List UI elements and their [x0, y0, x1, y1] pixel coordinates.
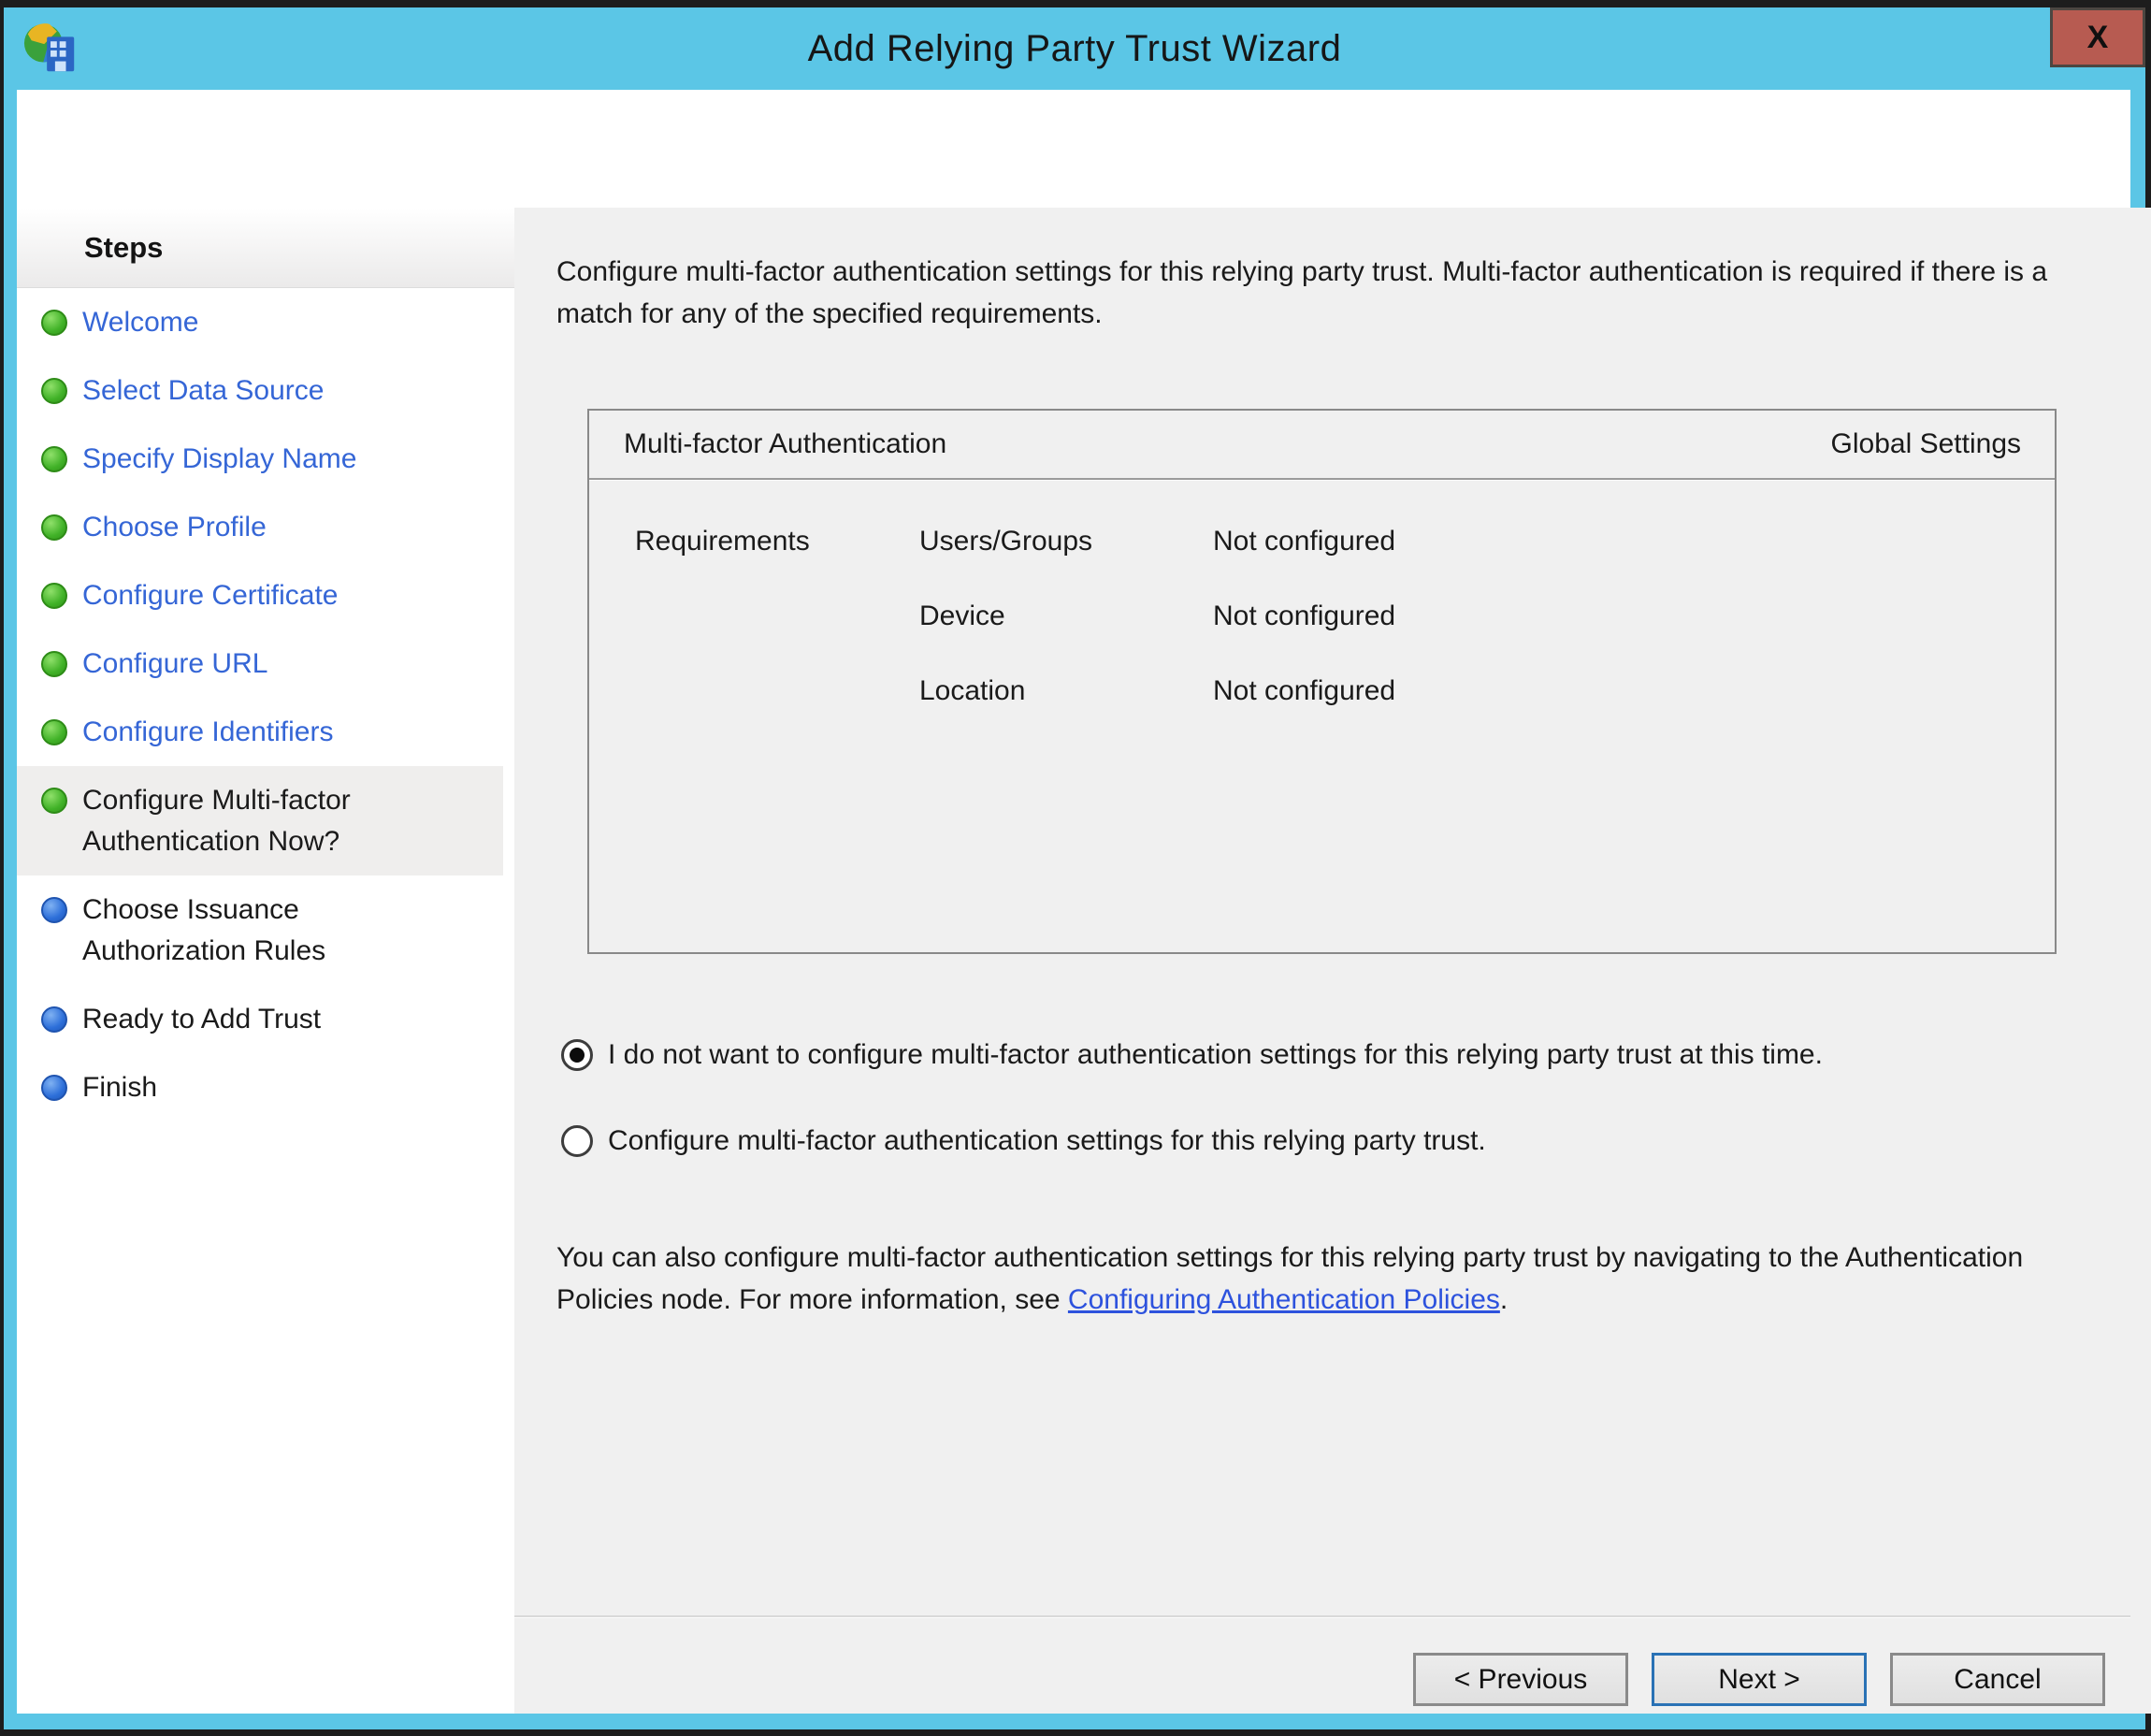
mfa-panel-header: Multi-factor Authentication Global Setti… [589, 411, 2055, 480]
requirements-label: Requirements [635, 523, 919, 560]
mfa-requirements-table: Requirements Users/Groups Not configured… [589, 480, 2055, 710]
step-label: Finish [82, 1067, 157, 1108]
requirement-name: Users/Groups [919, 523, 1213, 560]
step-completed-icon [41, 378, 67, 404]
radio-do-not-configure-mfa[interactable]: I do not want to configure multi-factor … [561, 1039, 2118, 1071]
mfa-choice-radio-group: I do not want to configure multi-factor … [561, 1039, 2118, 1157]
radio-selected-icon[interactable] [561, 1039, 593, 1071]
step-label: Configure Identifiers [82, 712, 333, 753]
global-settings-label: Global Settings [1831, 428, 2021, 460]
steps-list: Welcome Select Data Source Specify Displ… [17, 288, 514, 1121]
step-completed-icon [41, 719, 67, 745]
step-label: Specify Display Name [82, 439, 356, 480]
step-completed-icon [41, 651, 67, 677]
sidebar-item-configure-identifiers[interactable]: Configure Identifiers [17, 698, 503, 766]
step-completed-icon [41, 310, 67, 336]
previous-button[interactable]: < Previous [1413, 1653, 1628, 1706]
step-label: Choose Issuance Authorization Rules [82, 890, 428, 972]
step-completed-icon [41, 446, 67, 472]
requirements-label-spacer [635, 673, 919, 710]
step-label: Choose Profile [82, 507, 267, 548]
requirement-value: Not configured [1213, 523, 2055, 560]
steps-sidebar: Steps Welcome Select Data Source [17, 208, 514, 1714]
step-content-pane: Configure multi-factor authentication se… [514, 208, 2151, 1714]
wizard-footer: < Previous Next > Cancel [514, 1615, 2130, 1714]
footnote-period: . [1500, 1284, 1508, 1315]
sidebar-item-specify-display-name[interactable]: Specify Display Name [17, 425, 503, 493]
sidebar-item-finish: Finish [17, 1053, 503, 1121]
client-area: Steps Welcome Select Data Source [17, 90, 2130, 1714]
step-description: Configure multi-factor authentication se… [556, 251, 2118, 335]
radio-configure-mfa[interactable]: Configure multi-factor authentication se… [561, 1125, 2118, 1157]
titlebar: Add Relying Party Trust Wizard X [4, 7, 2145, 90]
step-label: Ready to Add Trust [82, 999, 321, 1040]
sidebar-item-configure-url[interactable]: Configure URL [17, 629, 503, 698]
step-completed-icon [41, 583, 67, 609]
step-completed-icon [41, 514, 67, 541]
configuring-authentication-policies-link[interactable]: Configuring Authentication Policies [1068, 1284, 1500, 1315]
radio-label: Configure multi-factor authentication se… [608, 1125, 1486, 1157]
sidebar-item-choose-profile[interactable]: Choose Profile [17, 493, 503, 561]
sidebar-item-configure-mfa-now: Configure Multi-factor Authentication No… [17, 766, 503, 875]
mfa-settings-panel: Multi-factor Authentication Global Setti… [587, 409, 2057, 954]
step-label: Configure Certificate [82, 575, 338, 616]
step-label: Configure URL [82, 644, 267, 685]
requirement-value: Not configured [1213, 673, 2055, 710]
footnote: You can also configure multi-factor auth… [556, 1237, 2067, 1321]
sidebar-item-choose-issuance-authorization-rules: Choose Issuance Authorization Rules [17, 875, 503, 985]
radio-label: I do not want to configure multi-factor … [608, 1039, 1823, 1071]
requirement-name: Location [919, 673, 1213, 710]
next-button[interactable]: Next > [1652, 1653, 1867, 1706]
steps-heading: Steps [17, 208, 514, 288]
requirement-name: Device [919, 598, 1213, 635]
step-label: Welcome [82, 302, 198, 343]
mfa-panel-title: Multi-factor Authentication [624, 428, 946, 460]
screenshot-root: Add Relying Party Trust Wizard X Steps W… [0, 0, 2151, 1736]
sidebar-item-welcome[interactable]: Welcome [17, 288, 503, 356]
step-upcoming-icon [41, 1006, 67, 1033]
sidebar-item-ready-to-add-trust: Ready to Add Trust [17, 985, 503, 1053]
window-title: Add Relying Party Trust Wizard [4, 7, 2145, 90]
cancel-button[interactable]: Cancel [1890, 1653, 2105, 1706]
wizard-window: Add Relying Party Trust Wizard X Steps W… [4, 7, 2145, 1729]
step-label: Select Data Source [82, 370, 324, 412]
step-label-current: Configure Multi-factor Authentication No… [82, 780, 428, 862]
wizard-header-band [17, 90, 2130, 208]
steps-heading-label: Steps [84, 231, 163, 265]
step-completed-icon [41, 788, 67, 814]
sidebar-item-select-data-source[interactable]: Select Data Source [17, 356, 503, 425]
radio-unselected-icon[interactable] [561, 1125, 593, 1157]
sidebar-item-configure-certificate[interactable]: Configure Certificate [17, 561, 503, 629]
step-upcoming-icon [41, 1075, 67, 1101]
close-button[interactable]: X [2050, 7, 2145, 67]
wizard-body: Steps Welcome Select Data Source [17, 208, 2130, 1714]
requirement-value: Not configured [1213, 598, 2055, 635]
step-upcoming-icon [41, 897, 67, 923]
requirements-label-spacer [635, 598, 919, 635]
